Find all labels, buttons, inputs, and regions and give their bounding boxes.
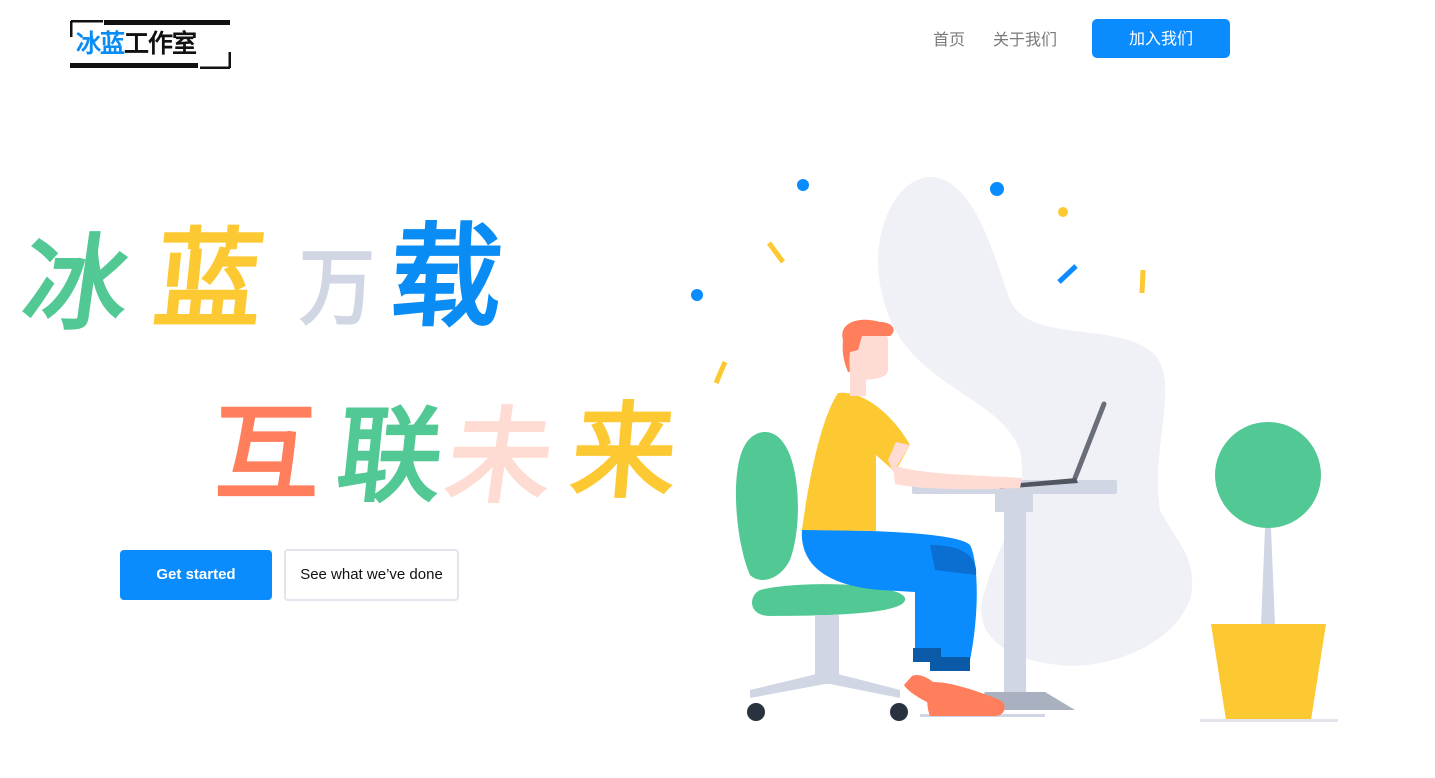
see-work-button[interactable]: See what we’ve done (284, 549, 459, 601)
potted-tree-icon (1215, 422, 1321, 528)
nav-about-link[interactable]: 关于我们 (993, 28, 1057, 52)
join-us-button[interactable]: 加入我们 (1092, 19, 1230, 58)
headline-char: 互 (214, 392, 319, 515)
get-started-button[interactable]: Get started (120, 550, 272, 600)
headline-char: 蓝 (148, 217, 270, 343)
logo-text-brand: 冰蓝 (76, 29, 125, 58)
nav-home-link[interactable]: 首页 (933, 28, 965, 52)
headline-char: 联 (331, 394, 449, 517)
logo-text-studio: 工作室 (124, 29, 197, 58)
site-logo[interactable]: 冰蓝工作室 (70, 20, 231, 69)
headline-char: 来 (566, 390, 682, 513)
person-at-desk-illustration (691, 177, 1338, 722)
headline-char: 万 (299, 238, 375, 337)
hero-illustration (680, 160, 1360, 740)
headline-char: 载 (385, 212, 507, 343)
logo-text: 冰蓝工作室 (76, 26, 197, 62)
headline-char: 冰 (15, 222, 137, 345)
headline-char: 未 (439, 395, 561, 518)
